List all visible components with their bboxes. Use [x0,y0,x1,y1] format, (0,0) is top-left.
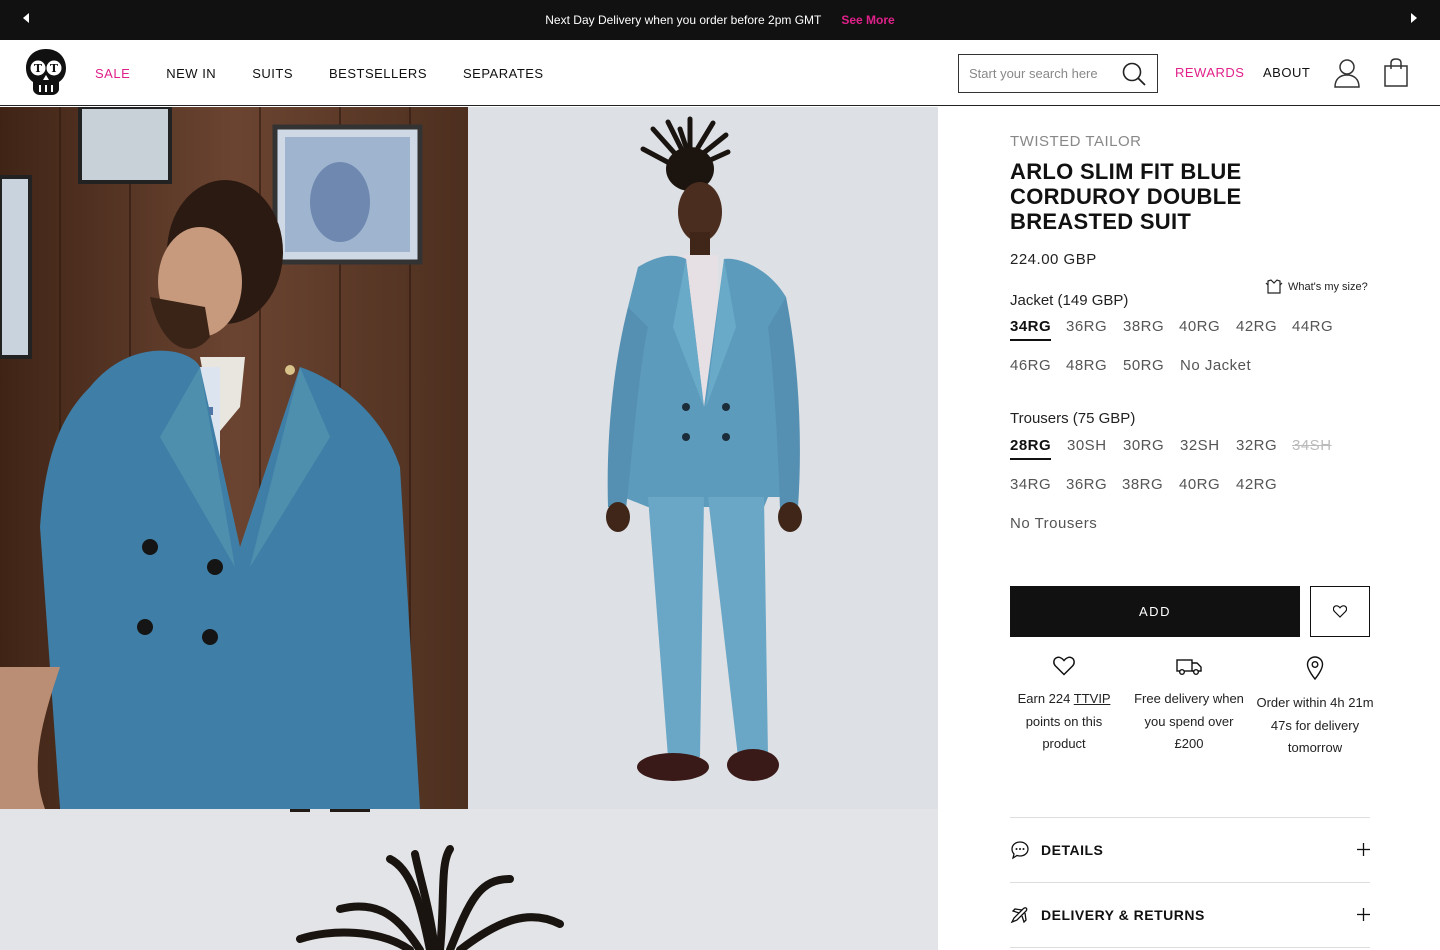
jacket-size-option[interactable]: 46RG [1010,357,1051,378]
trousers-size-option[interactable]: 32RG [1236,437,1277,458]
jacket-size-option[interactable]: 50RG [1123,357,1164,378]
user-icon[interactable] [1333,58,1361,88]
see-more-link[interactable]: See More [841,13,894,27]
product-image-full-length[interactable] [468,107,938,809]
trousers-size-option[interactable]: 30SH [1067,437,1107,458]
search-box [958,54,1158,93]
rewards-feature: Earn 224 TTVIP points on this product [1004,656,1124,756]
main-nav: SALE NEW IN SUITS BESTSELLERS SEPARATES [95,40,580,106]
jacket-size-option[interactable]: 36RG [1066,318,1107,339]
free-delivery-feature: Free delivery when you spend over £200 [1129,656,1249,756]
nav-bestsellers[interactable]: BESTSELLERS [329,66,427,81]
next-announcement-arrow-icon[interactable] [1411,13,1417,23]
next-day-feature: Order within 4h 21m 47s for delivery tom… [1255,656,1375,760]
trousers-size-label: Trousers (75 GBP) [1010,410,1136,427]
rewards-link[interactable]: REWARDS [1175,65,1244,80]
plus-icon [1357,843,1370,856]
shopping-bag-icon[interactable] [1382,58,1410,88]
skull-logo-icon[interactable]: T T [24,47,68,97]
trousers-size-option-none[interactable]: No Trousers [1010,515,1097,536]
about-link[interactable]: ABOUT [1263,65,1310,80]
search-input[interactable] [969,66,1119,81]
product-price: 224.00 GBP [1010,251,1097,268]
trousers-size-option[interactable]: 38RG [1122,476,1163,497]
rewards-feature-text: Earn 224 TTVIP points on this product [1004,688,1124,756]
jacket-size-option-none[interactable]: No Jacket [1180,357,1251,378]
delivery-returns-accordion[interactable]: DELIVERY & RETURNS [1010,882,1370,947]
product-image-third[interactable] [0,809,938,950]
product-image-closeup[interactable] [0,107,468,809]
trousers-size-option-unavailable: 34SH [1292,437,1332,454]
jacket-size-option[interactable]: 34RG [1010,318,1052,341]
delivery-returns-label: DELIVERY & RETURNS [1041,907,1205,923]
trousers-size-option[interactable]: 42RG [1236,476,1277,497]
plane-icon [1010,907,1028,924]
points-text-post: points on this product [1025,713,1103,752]
jacket-size-option[interactable]: 40RG [1179,318,1220,339]
nav-suits[interactable]: SUITS [252,66,293,81]
jacket-size-option[interactable]: 44RG [1292,318,1333,339]
search-icon[interactable] [1121,61,1147,87]
free-delivery-text: Free delivery when you spend over £200 [1134,691,1244,751]
nav-new-in[interactable]: NEW IN [166,66,216,81]
truck-icon [1176,659,1202,675]
size-guide-link[interactable]: What's my size? [1265,279,1368,295]
details-accordion[interactable]: DETAILS [1010,817,1370,882]
product-title: ARLO SLIM FIT BLUE CORDUROY DOUBLE BREAS… [1010,159,1242,234]
jacket-size-option[interactable]: 38RG [1123,318,1164,339]
details-label: DETAILS [1041,842,1104,858]
jacket-size-option[interactable]: 48RG [1066,357,1107,378]
nav-sale[interactable]: SALE [95,66,130,81]
jacket-size-icon [1265,279,1283,294]
announcement-text: Next Day Delivery when you order before … [545,13,822,27]
product-brand: TWISTED TAILOR [1010,133,1142,150]
points-text-pre: Earn 224 [1017,691,1071,706]
trousers-size-option[interactable]: 36RG [1066,476,1107,497]
trousers-size-option[interactable]: 40RG [1179,476,1220,497]
svg-text:T: T [50,62,59,75]
trousers-size-option[interactable]: 34RG [1010,476,1051,497]
ttvip-link[interactable]: TTVIP [1074,691,1111,706]
add-to-bag-button[interactable]: ADD [1010,586,1300,637]
trousers-size-option[interactable]: 28RG [1010,437,1052,460]
nav-separates[interactable]: SEPARATES [463,66,544,81]
chat-icon [1011,841,1029,860]
size-guide-label: What's my size? [1288,281,1368,293]
trousers-size-option[interactable]: 30RG [1123,437,1164,458]
plus-icon [1357,908,1370,921]
announcement-bar: Next Day Delivery when you order before … [0,0,1440,40]
jacket-size-option[interactable]: 42RG [1236,318,1277,339]
prev-announcement-arrow-icon[interactable] [23,13,29,23]
order-within-text: Order within 4h 21m 47s for delivery tom… [1256,695,1374,755]
site-header: T T SALE NEW IN SUITS BESTSELLERS SEPARA… [0,40,1440,106]
trousers-size-option[interactable]: 32SH [1180,437,1220,458]
jacket-size-label: Jacket (149 GBP) [1010,292,1129,309]
heart-icon [1053,656,1075,676]
svg-text:T: T [34,62,43,75]
map-pin-icon [1306,656,1324,680]
divider [1010,947,1370,948]
heart-icon [1333,605,1347,618]
wishlist-button[interactable] [1310,586,1370,637]
